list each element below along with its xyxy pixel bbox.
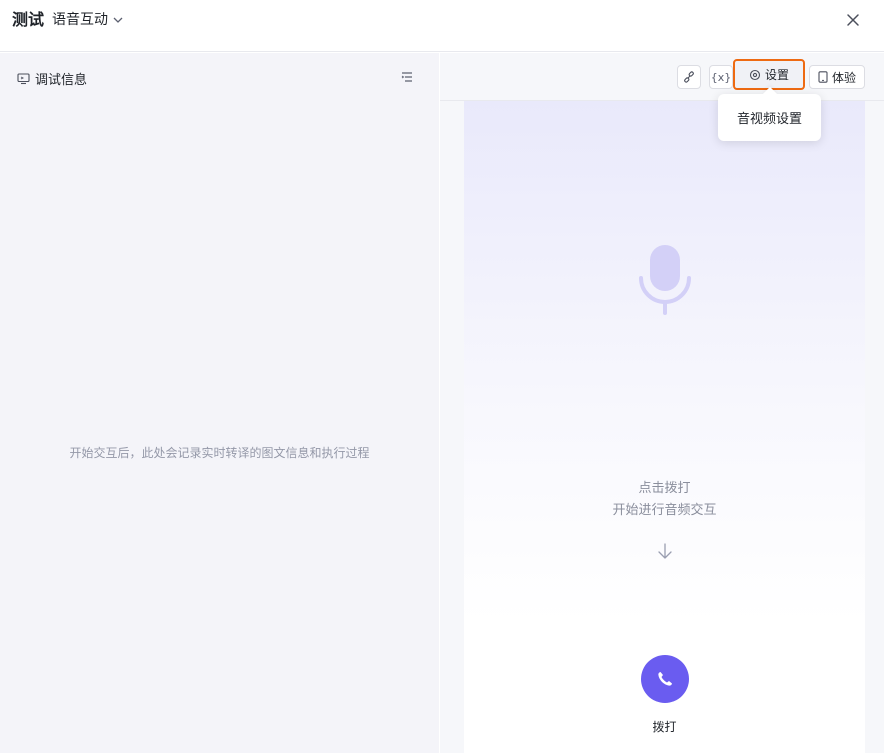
variable-icon: {x} [710, 70, 732, 84]
microphone-icon [639, 245, 691, 315]
gear-icon [749, 69, 761, 80]
settings-tooltip[interactable]: 音视频设置 [718, 94, 821, 141]
tooltip-text: 音视频设置 [736, 112, 802, 127]
phone-icon [658, 672, 672, 686]
call-instruction: 点击拨打 开始进行音频交互 [464, 478, 865, 522]
mode-dropdown[interactable]: 语音互动 [52, 11, 123, 29]
settings-label: 设置 [764, 68, 789, 82]
debug-panel: 调试信息 开始交互后，此处会记录实时转译的图文信息和执行过程 [0, 53, 439, 753]
mode-label: 语音互动 [52, 12, 108, 28]
monitor-icon [17, 73, 30, 85]
preview-panel: {x} 设置 体验 点击拨打 开始进行音频交互 拨打 音视频设置 [440, 53, 884, 753]
experience-button[interactable]: 体验 [809, 65, 865, 89]
header-bar: 测试 语音互动 [0, 0, 884, 52]
call-tip-line2: 开始进行音频交互 [612, 503, 717, 518]
link-button[interactable] [677, 65, 701, 89]
link-icon [684, 71, 694, 83]
dial-label: 拨打 [652, 720, 677, 734]
arrow-down-icon [658, 543, 672, 559]
close-icon[interactable] [843, 10, 863, 30]
list-menu-icon[interactable] [399, 69, 415, 85]
debug-empty-text: 开始交互后，此处会记录实时转译的图文信息和执行过程 [69, 446, 370, 460]
debug-panel-header: 调试信息 [17, 69, 87, 88]
phone-device-icon [818, 71, 828, 83]
phone-preview: 点击拨打 开始进行音频交互 拨打 [464, 101, 865, 753]
call-tip-line1: 点击拨打 [638, 481, 691, 496]
variable-button[interactable]: {x} [709, 65, 733, 89]
settings-button[interactable]: 设置 [733, 59, 805, 90]
chevron-down-icon [113, 17, 123, 23]
page-title: 测试 [12, 10, 45, 29]
dial-button[interactable] [641, 655, 689, 703]
experience-label: 体验 [831, 70, 856, 85]
debug-panel-title: 调试信息 [35, 73, 88, 88]
